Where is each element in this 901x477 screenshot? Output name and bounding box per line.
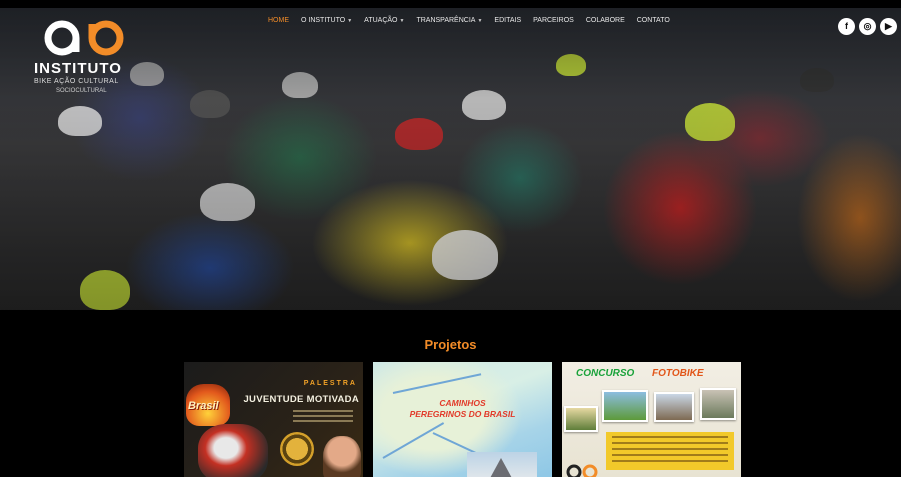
youtube-icon[interactable]: ▶ [880,18,897,35]
contest-info-box [606,432,734,470]
contest-photo [564,406,598,432]
logo-title: INSTITUTO [34,60,122,77]
projects-grid: Brasil PALESTRA JUVENTUDE MOTIVADA CAMIN… [184,362,741,477]
helmet-shape [800,68,834,92]
helmet-shape [200,183,255,221]
nav-label: Parceiros [533,17,574,24]
nav-item-editais[interactable]: Editais [488,17,527,24]
church-photo [467,452,537,477]
rider-image [198,424,268,477]
nav-item-home[interactable]: Home [262,17,295,24]
nav-item-o-instituto[interactable]: O Instituto ▼ [295,17,358,24]
helmet-shape [190,90,230,118]
card-heading: CAMINHOS PEREGRINOS DO BRASIL [373,398,552,421]
card-logo-text: Brasil [188,400,219,412]
nav-label: O Instituto [301,17,346,24]
nav-label: Home [268,17,289,24]
card-text-lines [293,410,353,425]
social-links: f ◎ ▶ [838,18,897,35]
card-heading-line-1: CAMINHOS [439,398,486,408]
nav-item-transparencia[interactable]: Transparência ▼ [410,17,488,24]
helmet-shape [282,72,318,98]
helmet-shape [58,106,102,136]
caret-down-icon: ▼ [399,17,405,24]
contest-photo [700,388,736,420]
helmet-shape [685,103,735,141]
card-heading-part-2: FOTOBIKE [652,368,704,379]
project-card-juventude-motivada[interactable]: Brasil PALESTRA JUVENTUDE MOTIVADA [184,362,363,477]
logo-mini-icon [566,464,598,477]
nav-item-colabore[interactable]: Colabore [580,17,631,24]
card-kicker: PALESTRA [303,380,357,387]
youtube-glyph: ▶ [885,21,892,31]
helmet-shape [432,230,498,280]
card-heading-line-2: PEREGRINOS DO BRASIL [409,409,516,420]
helmet-shape [556,54,586,76]
facebook-glyph: f [845,21,848,31]
nav-label: Atuação [364,17,398,24]
helmet-shape [80,270,130,310]
logo-mark-icon [44,20,124,56]
card-heading-part-1: CONCURSO [576,368,635,379]
project-card-caminhos-peregrinos[interactable]: CAMINHOS PEREGRINOS DO BRASIL [373,362,552,477]
caret-down-icon: ▼ [477,17,483,24]
nav-label: Contato [636,17,670,24]
logo-subtitle-2: SOCIOCULTURAL [56,88,107,94]
speaker-photo [323,436,361,477]
nav-item-atuacao[interactable]: Atuação ▼ [358,17,410,24]
nav-label: Colabore [585,17,625,24]
nav-item-parceiros[interactable]: Parceiros [527,17,580,24]
site-logo[interactable]: INSTITUTO BIKE AÇÃO CULTURAL SOCIOCULTUR… [34,18,144,94]
helmet-shape [395,118,443,150]
nav-label: Editais [494,17,522,24]
contest-photo [654,392,694,422]
nav-item-contato[interactable]: Contato [631,17,676,24]
instagram-glyph: ◎ [863,21,872,31]
logo-subtitle: BIKE AÇÃO CULTURAL [34,78,119,85]
projects-heading: Projetos [424,337,477,352]
main-nav: Home O Instituto ▼ Atuação ▼ Transparência… [262,17,676,24]
nav-label: Transparência [416,17,476,24]
facebook-icon[interactable]: f [838,18,855,35]
instagram-icon[interactable]: ◎ [859,18,876,35]
medal-icon [280,432,314,466]
caret-down-icon: ▼ [347,17,353,24]
contest-photo [602,390,648,422]
project-card-concurso-fotobike[interactable]: CONCURSO FOTOBIKE [562,362,741,477]
card-heading: JUVENTUDE MOTIVADA [243,394,359,405]
helmet-shape [462,90,506,120]
